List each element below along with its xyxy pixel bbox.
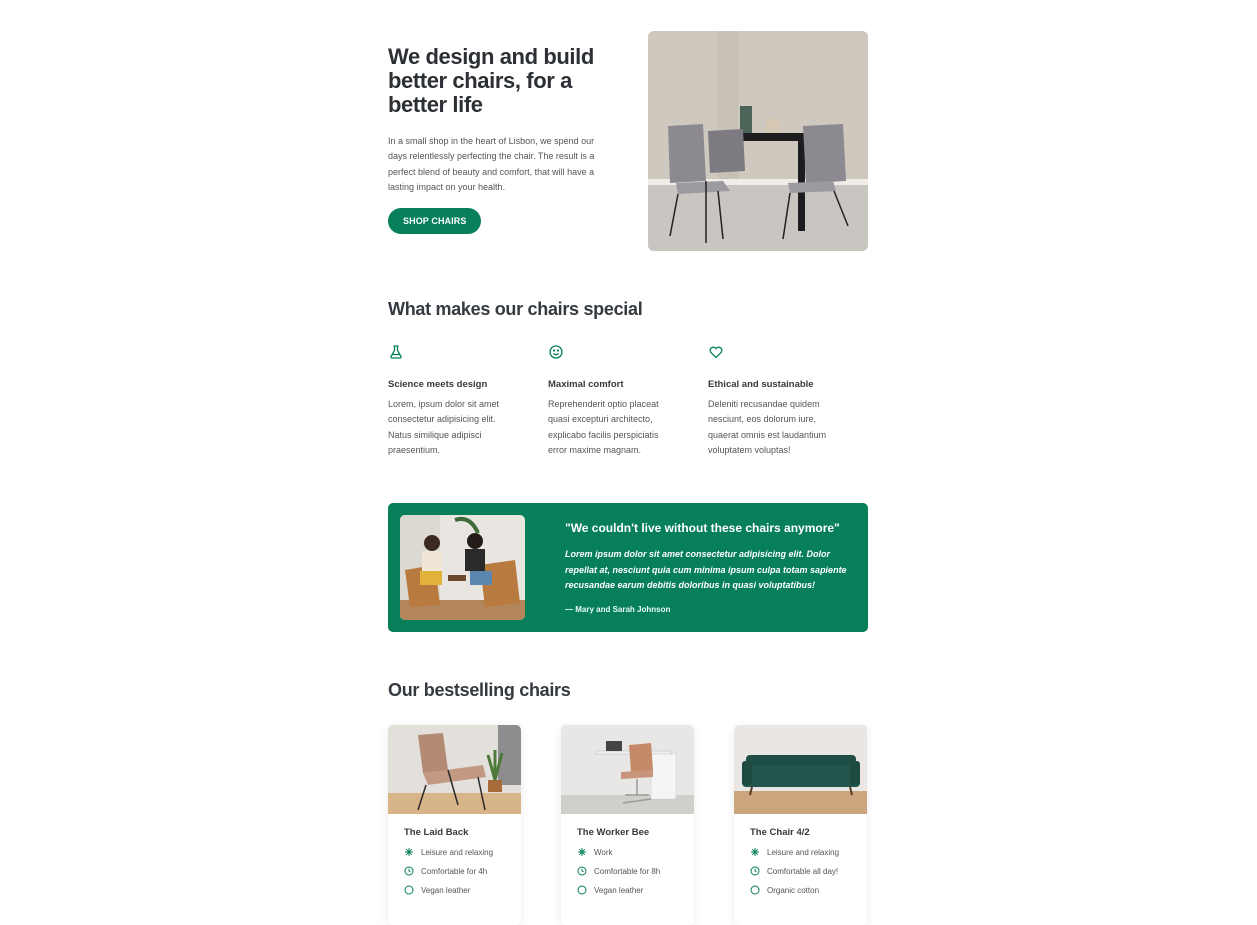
sparkle-icon [578, 848, 586, 856]
product-attribute: Comfortable for 4h [404, 866, 505, 876]
clock-icon [577, 866, 587, 876]
testimonial-card: "We couldn't live without these chairs a… [388, 503, 868, 632]
product-name: The Worker Bee [577, 827, 650, 838]
feature-item: Science meets design Lorem, ipsum dolor … [388, 344, 548, 458]
feature-title: Ethical and sustainable [708, 379, 814, 390]
product-attribute-text: Comfortable for 8h [594, 866, 661, 876]
flask-icon [390, 345, 402, 359]
product-attribute-text: Vegan leather [421, 885, 471, 895]
clock-icon [750, 866, 760, 876]
testimonial-image [400, 515, 525, 620]
hero-section: We design and build better chairs, for a… [388, 31, 868, 251]
product-attribute: Vegan leather [404, 885, 505, 895]
feature-item: Ethical and sustainable Deleniti recusan… [708, 344, 868, 458]
product-card[interactable]: The Chair 4/2 Leisure and relaxing Comfo… [734, 725, 867, 925]
feature-description: Reprehenderit optio placeat quasi except… [548, 399, 659, 455]
product-attribute: Leisure and relaxing [750, 847, 851, 857]
product-attribute-text: Work [594, 847, 613, 857]
hero-text: We design and build better chairs, for a… [388, 44, 613, 235]
leaf-icon [577, 885, 587, 895]
product-attribute: Work [577, 847, 678, 857]
product-attribute: Vegan leather [577, 885, 678, 895]
feature-item: Maximal comfort Reprehenderit optio plac… [548, 344, 708, 458]
hero-title: We design and build better chairs, for a… [388, 44, 594, 117]
product-attribute: Comfortable for 8h [577, 866, 678, 876]
heart-icon [709, 346, 723, 359]
product-attribute: Organic cotton [750, 885, 851, 895]
product-name: The Laid Back [404, 827, 469, 838]
product-card[interactable]: The Worker Bee Work Comfortable for 8h V… [561, 725, 694, 925]
product-attribute-text: Vegan leather [594, 885, 644, 895]
product-attribute: Leisure and relaxing [404, 847, 505, 857]
hero-description: In a small shop in the heart of Lisbon, … [388, 136, 595, 192]
product-attribute-text: Comfortable all day! [767, 866, 839, 876]
product-attribute-text: Comfortable for 4h [421, 866, 488, 876]
testimonial-text: Lorem ipsum dolor sit amet consectetur a… [565, 549, 847, 590]
product-card[interactable]: The Laid Back Leisure and relaxing Comfo… [388, 725, 521, 925]
feature-title: Maximal comfort [548, 379, 624, 390]
testimonial-author: — Mary and Sarah Johnson [565, 605, 671, 614]
leaf-icon [404, 885, 414, 895]
hero-image [648, 31, 868, 251]
sparkle-icon [405, 848, 413, 856]
product-image [561, 725, 694, 814]
sparkle-icon [751, 848, 759, 856]
product-attribute-text: Organic cotton [767, 885, 820, 895]
product-name: The Chair 4/2 [750, 827, 810, 838]
feature-description: Lorem, ipsum dolor sit amet consectetur … [388, 399, 500, 455]
bestsellers-title: Our bestselling chairs [388, 680, 571, 700]
features-title: What makes our chairs special [388, 299, 643, 319]
features-list: Science meets design Lorem, ipsum dolor … [388, 344, 868, 458]
feature-description: Deleniti recusandae quidem nesciunt, eos… [708, 399, 827, 455]
testimonial-quote: "We couldn't live without these chairs a… [565, 521, 840, 535]
shop-chairs-button[interactable]: SHOP CHAIRS [388, 208, 482, 235]
leaf-icon [750, 885, 760, 895]
product-attribute: Comfortable all day! [750, 866, 851, 876]
product-attribute-text: Leisure and relaxing [767, 847, 840, 857]
clock-icon [404, 866, 414, 876]
product-attribute-text: Leisure and relaxing [421, 847, 494, 857]
product-image [388, 725, 521, 814]
smile-icon [549, 345, 563, 359]
feature-title: Science meets design [388, 379, 488, 390]
product-image [734, 725, 867, 814]
